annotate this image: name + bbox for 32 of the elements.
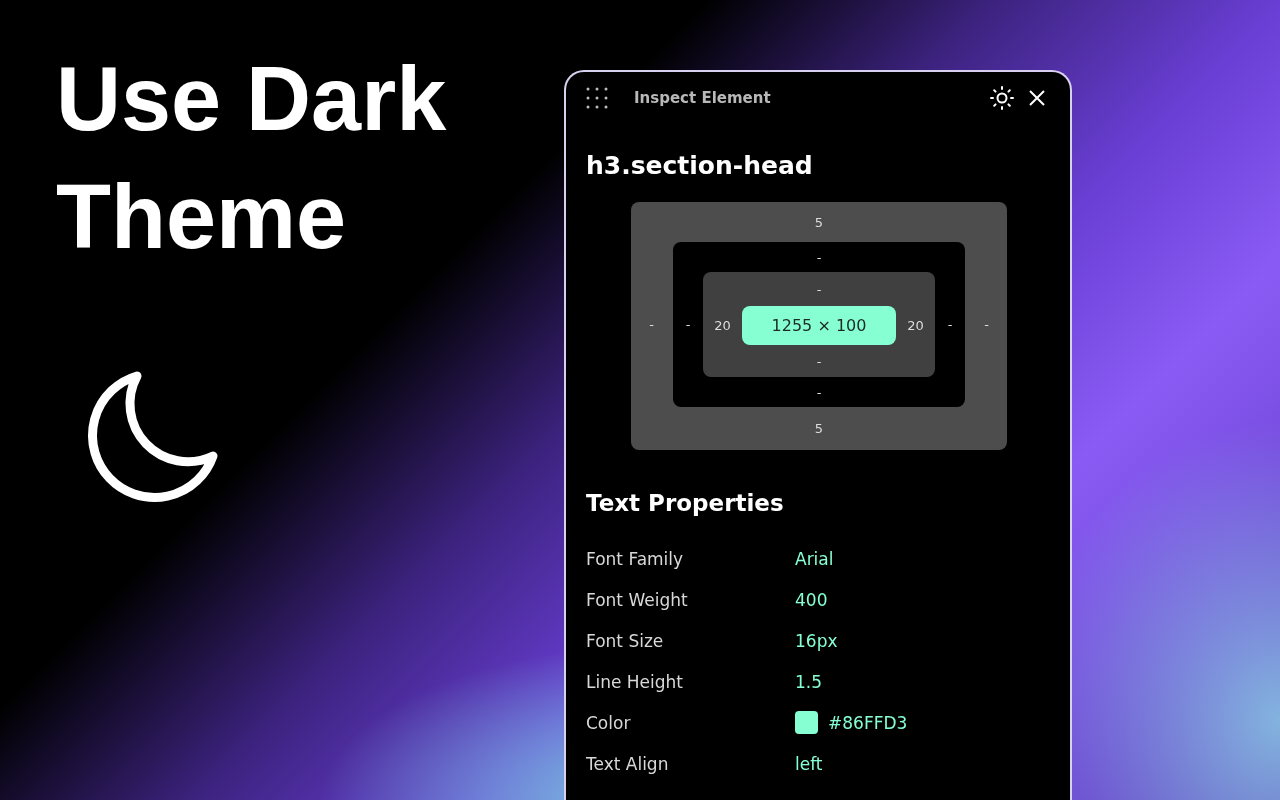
section-heading: Text Properties [586,489,785,518]
property-value: #86FFD3 [828,712,908,733]
box-value: - [649,317,654,332]
panel-title: Inspect Element [634,89,772,107]
sun-icon[interactable] [990,86,1014,110]
property-value: 16px [795,630,838,651]
close-icon[interactable] [1028,89,1046,107]
property-value: Arial [795,548,834,569]
box-value: 20 [907,318,924,333]
property-label: Line Height [586,671,685,692]
box-value: - [816,353,822,369]
property-label: Color [586,712,632,733]
box-value: 5 [814,214,824,230]
property-label: Text Align [586,753,670,774]
property-value: 1.5 [795,671,823,692]
box-value: - [685,317,691,332]
box-value: - [816,249,822,265]
box-value: 20 [714,318,731,333]
content-size: 1255 × 100 [742,306,896,345]
property-label: Font Size [586,630,665,651]
drag-handle-icon[interactable] [586,87,608,109]
box-value: - [947,317,953,332]
box-value: - [816,281,822,297]
property-label: Font Family [586,548,685,569]
box-value: - [984,317,989,332]
box-value: - [816,384,822,400]
property-value: 400 [795,589,828,610]
property-label: Font Weight [586,589,689,610]
box-value: 5 [814,421,824,436]
element-selector: h3.section-head [586,150,814,182]
headline: Use Dark Theme [56,48,448,269]
property-value: left [795,753,823,774]
